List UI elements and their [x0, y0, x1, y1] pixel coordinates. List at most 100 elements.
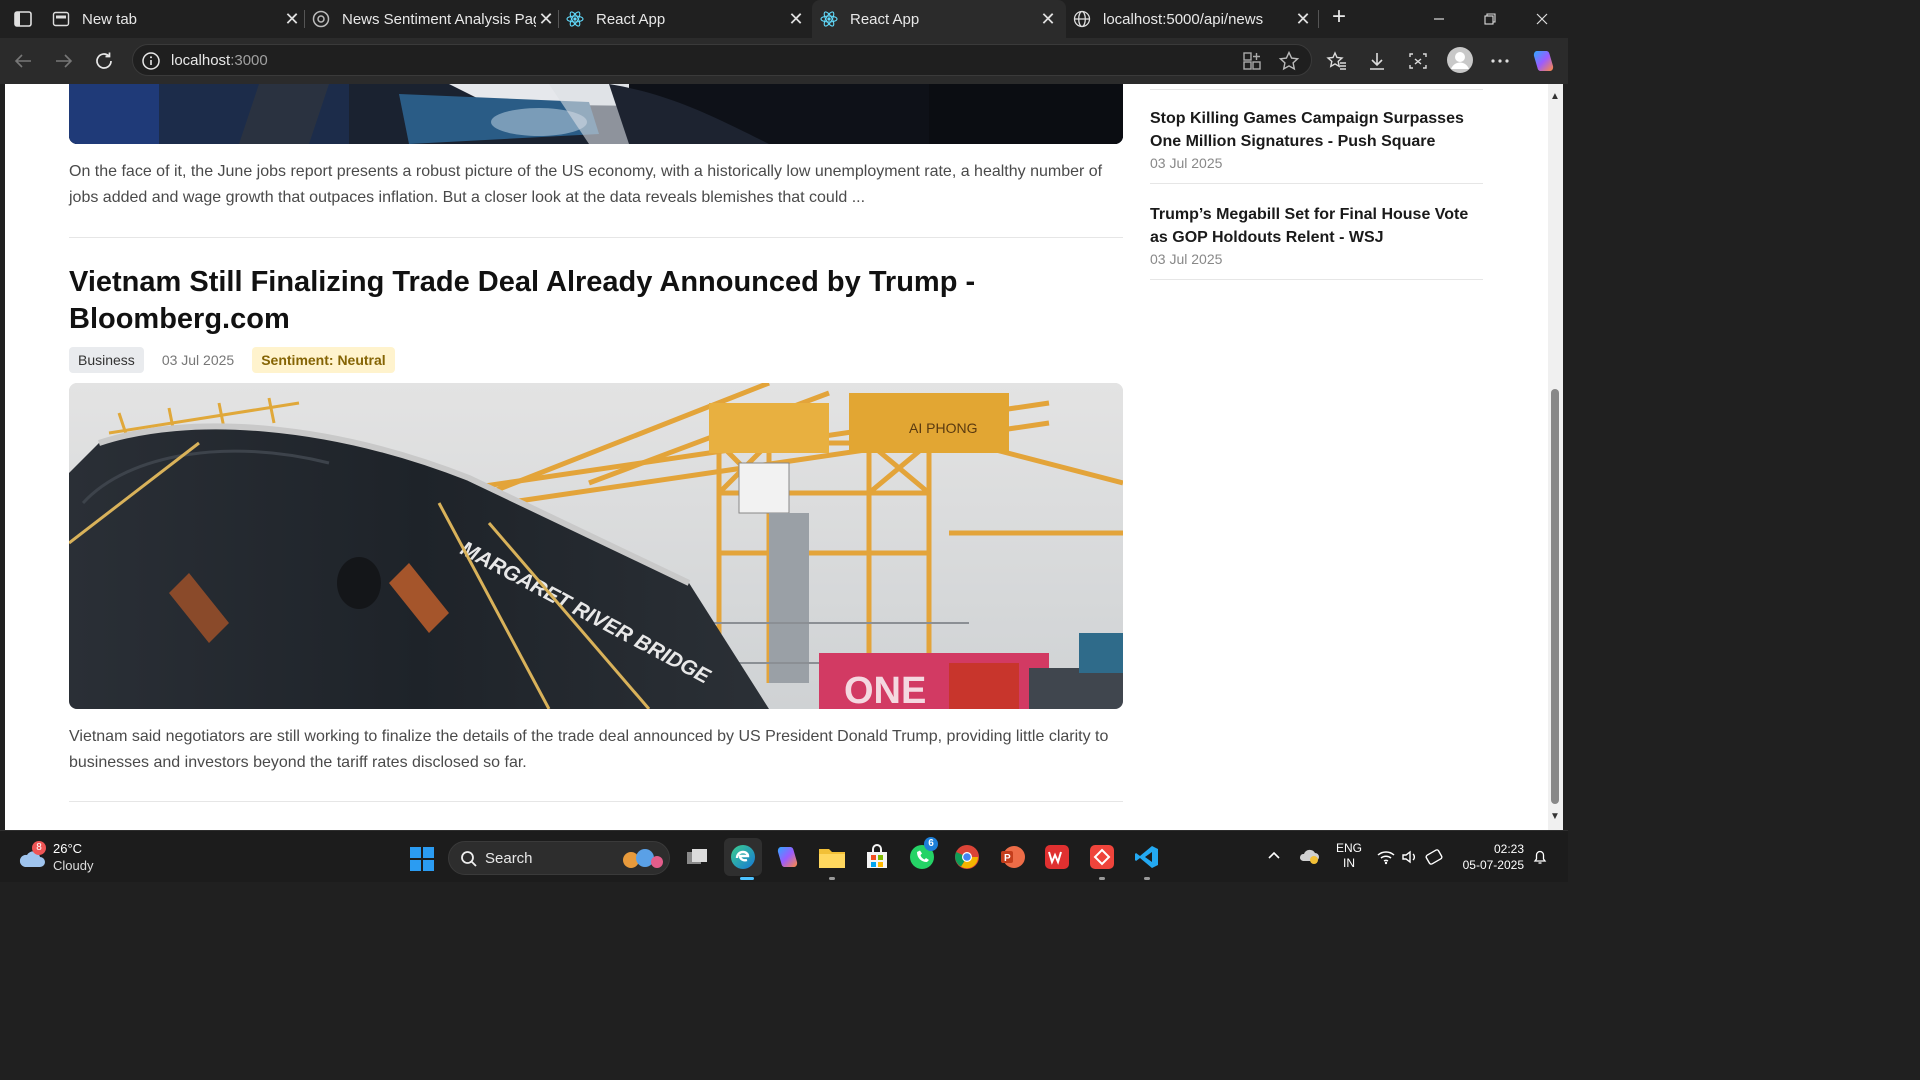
system-clock[interactable]: 02:23 05-07-2025 [1458, 841, 1524, 873]
sentiment-badge: Sentiment: Neutral [252, 347, 395, 373]
previous-article-excerpt: On the face of it, the June jobs report … [69, 163, 1103, 206]
microsoft-store-icon[interactable] [863, 843, 891, 871]
search-highlight-icon [623, 849, 663, 868]
scroll-down-icon[interactable]: ▼ [1550, 812, 1560, 822]
new-tab-button[interactable]: + [1327, 5, 1351, 30]
wps-office-icon[interactable] [1043, 843, 1071, 871]
page-content: On the face of it, the June jobs report … [5, 84, 1548, 830]
tab-title: React App [596, 10, 666, 28]
sidebar-item[interactable]: Trump’s Megabill Set for Final House Vot… [1150, 203, 1483, 267]
volume-icon[interactable] [1401, 849, 1419, 868]
tab-react-app-1[interactable]: React App ✕ [566, 4, 806, 34]
tab-react-app-2[interactable]: React App ✕ [812, 0, 1066, 38]
tab-title: React App [850, 10, 920, 28]
tab-new-tab[interactable]: New tab ✕ [52, 4, 302, 34]
vscode-icon[interactable] [1133, 843, 1161, 871]
language-indicator[interactable]: ENG IN [1334, 841, 1364, 871]
article-divider [69, 237, 1123, 238]
taskbar-search[interactable]: Search [448, 841, 670, 875]
globe-icon [1073, 10, 1091, 28]
refresh-icon[interactable] [91, 48, 117, 74]
sidebar-item-date: 03 Jul 2025 [1150, 251, 1223, 267]
anydesk-icon[interactable] [1088, 843, 1116, 871]
react-icon [566, 10, 584, 28]
downloads-icon[interactable] [1366, 50, 1388, 72]
show-hidden-icons[interactable] [1266, 847, 1282, 866]
whatsapp-badge: 6 [924, 837, 938, 851]
sidebar-item-title[interactable]: Stop Killing Games Campaign Surpasses On… [1150, 107, 1483, 153]
category-badge: Business [69, 347, 144, 373]
clock-time: 02:23 [1493, 842, 1524, 856]
weather-widget[interactable]: 8 26°C Cloudy [18, 841, 138, 875]
site-info-icon[interactable] [141, 51, 161, 71]
language-region: IN [1343, 856, 1355, 870]
wifi-icon[interactable] [1377, 849, 1395, 868]
windows-start-icon[interactable] [410, 847, 434, 871]
url-port: :3000 [230, 52, 268, 69]
close-tab-icon[interactable]: ✕ [786, 9, 806, 29]
notifications-icon[interactable] [1532, 849, 1548, 868]
search-label: Search [485, 850, 533, 867]
tab-title: New tab [82, 10, 138, 28]
back-arrow-icon[interactable] [10, 48, 36, 74]
profile-avatar[interactable] [1446, 46, 1474, 74]
url-host: localhost [171, 52, 231, 69]
svg-text:P: P [1004, 853, 1011, 864]
previous-article-image [69, 84, 1123, 144]
close-tab-icon[interactable]: ✕ [282, 9, 302, 29]
react-icon [820, 10, 838, 28]
weather-temp: 26°C [53, 841, 83, 856]
article-excerpt: Vietnam said negotiators are still worki… [69, 728, 1109, 771]
edge-app-icon[interactable] [724, 838, 762, 876]
crane-sign-text: AI PHONG [909, 420, 977, 436]
container-text: ONE [844, 670, 926, 709]
whatsapp-icon[interactable]: 6 [908, 837, 938, 871]
screenshot-icon[interactable] [1407, 50, 1429, 72]
weather-badge: 8 [32, 841, 46, 855]
minimize-icon[interactable] [1424, 6, 1454, 32]
globe-spinner-icon [312, 10, 330, 28]
article-divider [69, 801, 1123, 802]
favorite-star-icon[interactable] [1278, 50, 1300, 72]
tab-title: localhost:5000/api/news [1103, 10, 1264, 28]
scrollbar-thumb[interactable] [1551, 389, 1559, 804]
onedrive-icon[interactable] [1298, 847, 1320, 868]
search-icon [461, 851, 477, 867]
tab-actions-icon[interactable] [12, 8, 34, 30]
article-image[interactable]: AI PHONG ONE MARGARET RIVER BRIDGE [69, 383, 1123, 709]
restore-icon[interactable] [1475, 6, 1505, 32]
copilot-app-icon[interactable] [773, 843, 801, 871]
tab-title: News Sentiment Analysis Page [342, 10, 536, 28]
battery-icon[interactable] [1425, 849, 1445, 868]
weather-condition: Cloudy [53, 858, 94, 873]
language-code: ENG [1335, 841, 1362, 855]
windows-taskbar: 8 26°C Cloudy Search 6 P ENG IN 02:23 05… [0, 830, 1568, 882]
close-tab-icon[interactable]: ✕ [1293, 9, 1313, 29]
task-view-icon[interactable] [683, 843, 711, 871]
address-bar[interactable]: localhost:3000 [132, 44, 1312, 76]
close-tab-icon[interactable]: ✕ [1038, 9, 1058, 29]
close-tab-icon[interactable]: ✕ [536, 9, 556, 29]
sidebar-item-title[interactable]: Trump’s Megabill Set for Final House Vot… [1150, 203, 1483, 249]
url-text: localhost:3000 [171, 52, 268, 69]
sidebar-divider [1150, 279, 1483, 280]
sidebar-item-date: 03 Jul 2025 [1150, 155, 1223, 171]
sidebar-item[interactable]: Stop Killing Games Campaign Surpasses On… [1150, 107, 1483, 171]
app-available-icon[interactable] [1241, 50, 1263, 72]
sidebar-divider [1150, 183, 1483, 184]
file-explorer-icon[interactable] [818, 843, 846, 871]
scroll-up-icon[interactable]: ▲ [1550, 92, 1560, 102]
article-date: 03 Jul 2025 [161, 352, 235, 368]
forward-arrow-icon[interactable] [51, 48, 77, 74]
favorites-icon[interactable] [1326, 50, 1348, 72]
page-scrollbar[interactable]: ▲ ▼ [1548, 84, 1563, 830]
powerpoint-icon[interactable]: P [998, 843, 1026, 871]
chrome-icon[interactable] [953, 843, 981, 871]
more-options-icon[interactable] [1489, 50, 1511, 72]
tab-news-sentiment[interactable]: News Sentiment Analysis Page ✕ [312, 4, 556, 34]
close-window-icon[interactable] [1527, 6, 1557, 32]
new-tab-icon [52, 10, 70, 28]
tab-api-news[interactable]: localhost:5000/api/news ✕ [1073, 4, 1313, 34]
article-headline[interactable]: Vietnam Still Finalizing Trade Deal Alre… [69, 264, 1123, 338]
copilot-icon[interactable] [1530, 48, 1556, 74]
